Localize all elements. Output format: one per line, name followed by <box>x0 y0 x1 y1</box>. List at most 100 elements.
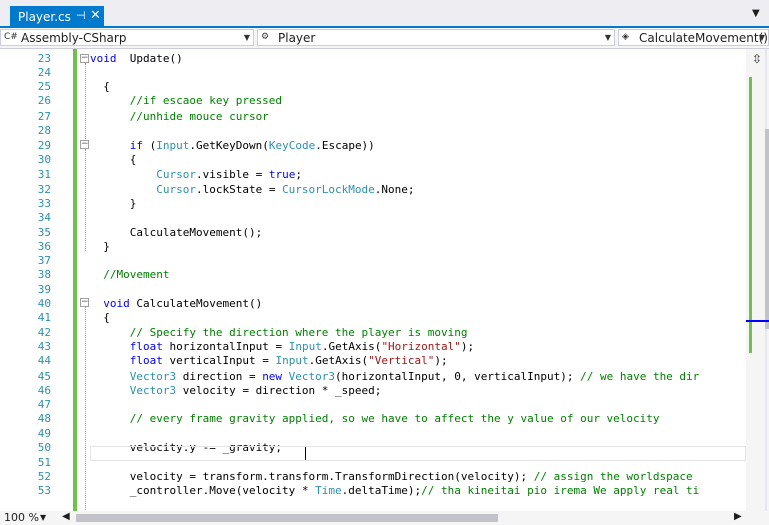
code-text: float verticalInput = Input.GetAxis("Ver… <box>90 353 448 368</box>
code-token: // tha kineitai pio irema We apply real … <box>421 484 700 497</box>
close-icon[interactable]: ✕ <box>90 8 101 23</box>
line-number: 44 <box>37 354 51 367</box>
code-line[interactable]: 40 void CalculateMovement() <box>0 296 746 311</box>
code-text: //if escaoe key pressed <box>90 93 282 108</box>
vertical-scrollbar[interactable]: ⇳ <box>746 49 769 511</box>
collapse-icon[interactable]: − <box>80 54 89 63</box>
code-token: } <box>90 197 137 210</box>
code-line[interactable]: 32 Cursor.lockState = CursorLockMode.Non… <box>0 182 746 197</box>
line-number: 35 <box>37 226 51 239</box>
code-line[interactable]: 42 // Specify the direction where the pl… <box>0 325 746 340</box>
code-token: //unhide mouce cursor <box>90 110 269 123</box>
code-line[interactable]: 25 { <box>0 79 746 94</box>
code-line[interactable]: 53 _controller.Move(velocity * Time.delt… <box>0 483 746 498</box>
line-number: 48 <box>37 412 51 425</box>
code-token: .GetKeyDown( <box>189 139 269 152</box>
line-number: 27 <box>37 110 51 123</box>
code-token: .GetAxis( <box>321 340 382 353</box>
code-line[interactable]: 39 <box>0 282 746 297</box>
chevron-down-icon[interactable]: ▼ <box>40 513 46 522</box>
class-dropdown[interactable]: ⚙ Player ▼ <box>257 29 615 46</box>
code-token: Update() <box>116 52 183 65</box>
code-line[interactable]: 36 } <box>0 239 746 254</box>
code-line[interactable]: 41 { <box>0 310 746 325</box>
split-editor-icon[interactable]: ⇳ <box>752 52 762 66</box>
code-token: Vector3 <box>90 384 177 397</box>
code-token: CalculateMovement(); <box>90 226 263 239</box>
code-line[interactable]: 43 float horizontalInput = Input.GetAxis… <box>0 339 746 354</box>
code-token: .visible = <box>195 168 269 181</box>
code-token: Input <box>288 340 322 353</box>
line-number: 53 <box>37 484 51 497</box>
code-token: void <box>90 52 117 65</box>
line-number: 46 <box>37 384 51 397</box>
code-line[interactable]: 33 } <box>0 196 746 211</box>
code-text: if (Input.GetKeyDown(KeyCode.Escape)) <box>90 138 375 153</box>
horizontal-scroll-thumb[interactable] <box>76 514 498 522</box>
code-line[interactable]: 27 //unhide mouce cursor <box>0 109 746 124</box>
line-number: 25 <box>37 80 51 93</box>
code-token: Input <box>156 139 190 152</box>
code-text: //unhide mouce cursor <box>90 109 269 124</box>
code-token: CalculateMovement() <box>129 297 263 310</box>
code-line[interactable]: 23 void Update() <box>0 51 746 66</box>
member-dropdown[interactable]: ◈ CalculateMovement() ▼ <box>618 29 769 46</box>
code-line[interactable]: 47 <box>0 397 746 412</box>
code-token: void <box>90 297 130 310</box>
code-token: direction = <box>176 370 263 383</box>
code-token: _controller.Move(velocity * <box>90 484 316 497</box>
code-line[interactable]: 38 //Movement <box>0 267 746 282</box>
collapse-icon[interactable]: − <box>80 298 89 307</box>
code-line[interactable]: 52 velocity = transform.transform.Transf… <box>0 469 746 484</box>
tab-bar: Player.cs ⊣ ✕ ▼ <box>0 0 769 28</box>
caret-position-marker <box>746 320 769 322</box>
code-text: Cursor.lockState = CursorLockMode.None; <box>90 182 414 197</box>
scroll-thumb[interactable] <box>765 129 769 329</box>
code-token: true <box>268 168 296 181</box>
code-text: } <box>90 239 110 254</box>
scroll-right-icon[interactable]: ▶ <box>734 511 742 522</box>
code-token: ); <box>460 340 475 353</box>
code-line[interactable]: 45 Vector3 direction = new Vector3(horiz… <box>0 369 746 384</box>
code-editor[interactable]: 23 void Update() 24 25 {26 //if escaoe key … <box>0 49 746 511</box>
code-line[interactable]: 31 Cursor.visible = true; <box>0 167 746 182</box>
code-line[interactable]: 35 CalculateMovement(); <box>0 225 746 240</box>
code-text: velocity = transform.transform.Transform… <box>90 469 693 484</box>
code-line[interactable]: 49 <box>0 426 746 441</box>
scroll-left-icon[interactable]: ◀ <box>62 511 70 522</box>
line-number: 47 <box>37 398 51 411</box>
code-line[interactable]: 44 float verticalInput = Input.GetAxis("… <box>0 353 746 368</box>
code-token: CursorLockMode <box>282 183 375 196</box>
code-line[interactable]: 37 <box>0 253 746 268</box>
code-line[interactable]: 34 <box>0 210 746 225</box>
project-dropdown[interactable]: C# Assembly-CSharp ▼ <box>0 29 254 46</box>
line-number: 40 <box>37 297 51 310</box>
code-line[interactable]: 24 <box>0 65 746 80</box>
zoom-level[interactable]: 100 % <box>4 511 39 524</box>
code-token: { <box>90 80 110 93</box>
code-line[interactable]: 30 { <box>0 152 746 167</box>
code-line[interactable]: 46 Vector3 velocity = direction * _speed… <box>0 383 746 398</box>
code-line[interactable]: 28 <box>0 123 746 138</box>
code-line[interactable]: 48 // every frame gravity applied, so we… <box>0 411 746 426</box>
line-number: 36 <box>37 240 51 253</box>
line-number: 38 <box>37 268 51 281</box>
code-token: //if escaoe key pressed <box>90 94 283 107</box>
pin-icon[interactable]: ⊣ <box>76 9 86 22</box>
line-number: 29 <box>37 139 51 152</box>
code-line[interactable]: 26 //if escaoe key pressed <box>0 93 746 108</box>
code-text: _controller.Move(velocity * Time.deltaTi… <box>90 483 700 498</box>
collapse-icon[interactable]: − <box>80 140 89 149</box>
line-number: 31 <box>37 168 51 181</box>
code-text: void Update() <box>90 51 183 66</box>
tab-dropdown-icon[interactable]: ▼ <box>752 8 760 19</box>
code-text: CalculateMovement(); <box>90 225 262 240</box>
code-token: Vector3 <box>90 370 177 383</box>
tab-player-cs[interactable]: Player.cs ⊣ ✕ <box>10 6 104 28</box>
line-number: 42 <box>37 326 51 339</box>
code-token: // every frame gravity applied, so we ha… <box>90 412 660 425</box>
line-number: 37 <box>37 254 51 267</box>
code-line[interactable]: 29 if (Input.GetKeyDown(KeyCode.Escape)) <box>0 138 746 153</box>
code-token: { <box>90 311 110 324</box>
code-token: Time <box>315 484 342 497</box>
